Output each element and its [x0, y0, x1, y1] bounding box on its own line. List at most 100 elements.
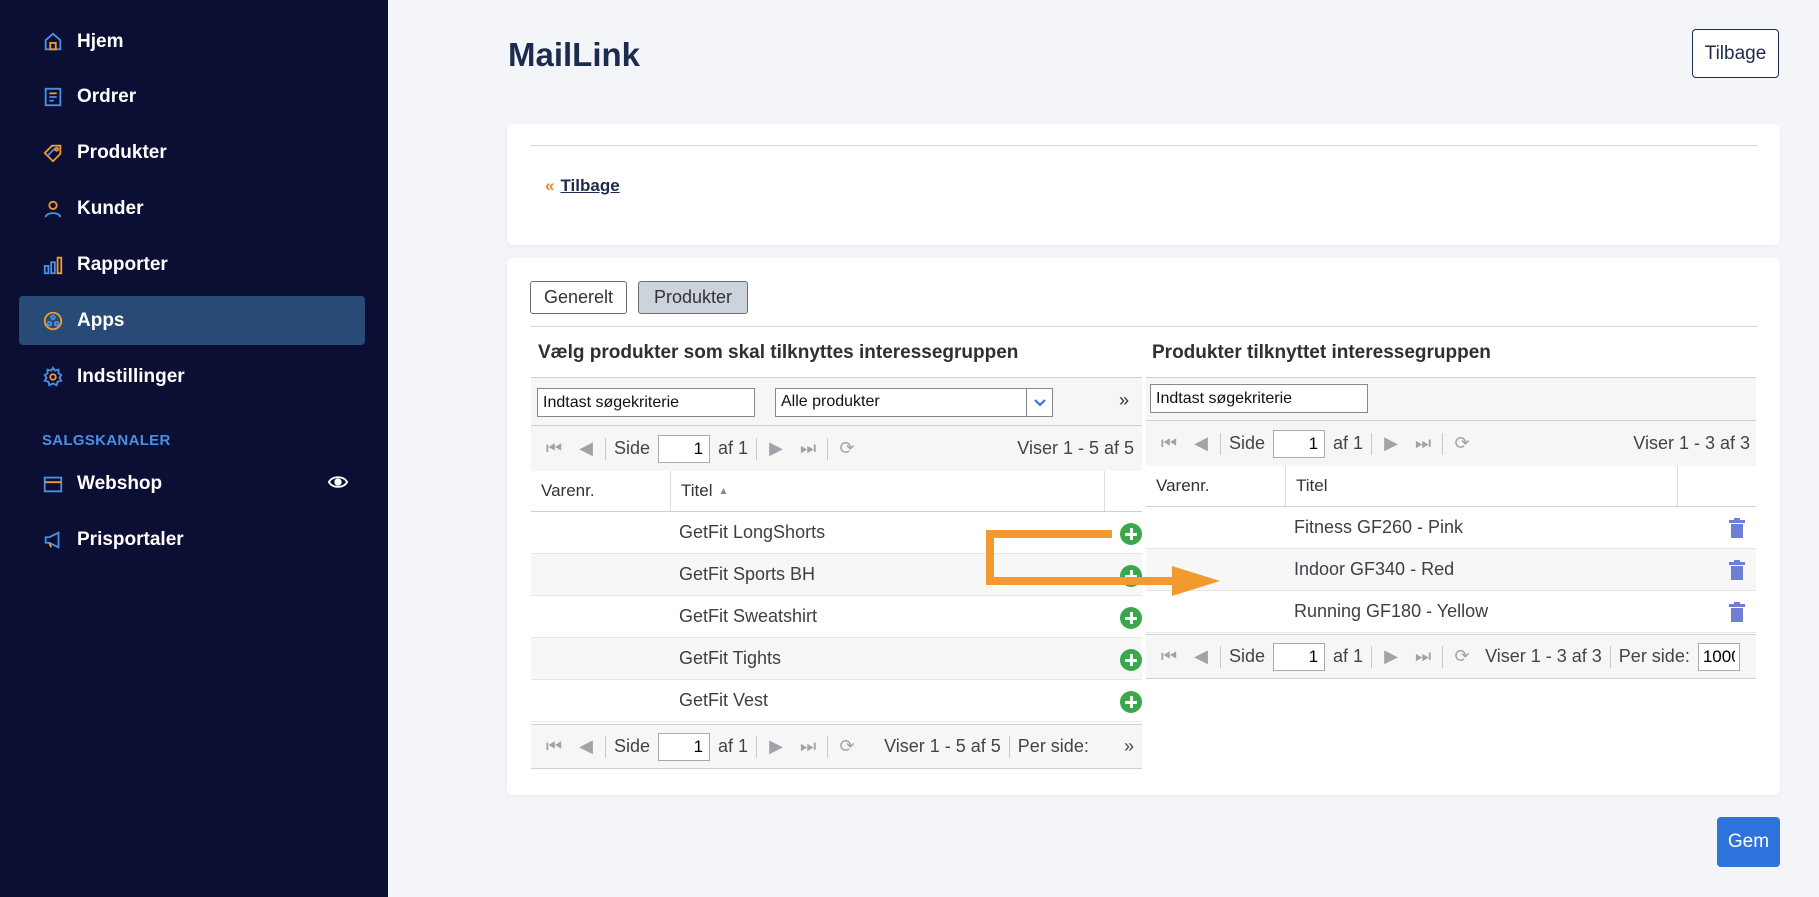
- sidebar-item-label: Produkter: [77, 141, 167, 163]
- prev-page-icon[interactable]: ◀: [575, 438, 597, 460]
- table-row[interactable]: GetFit Tights: [531, 638, 1142, 680]
- right-pager-bottom: ⏮ ◀ Side af 1 ▶ ⏭ ⟳ Viser 1 - 3 af 3 Per…: [1146, 634, 1756, 679]
- left-panel-title: Vælg produkter som skal tilknyttes inter…: [538, 342, 1019, 363]
- next-page-icon[interactable]: ▶: [765, 736, 787, 758]
- separator: [756, 735, 758, 758]
- page-input[interactable]: [658, 434, 711, 463]
- divider: [530, 145, 1758, 146]
- row-title: GetFit Sweatshirt: [679, 606, 818, 626]
- trash-icon[interactable]: [1728, 518, 1746, 538]
- back-button[interactable]: Tilbage: [1692, 29, 1779, 78]
- home-icon: [41, 30, 65, 54]
- per-page-input[interactable]: [1697, 642, 1740, 671]
- add-product-icon[interactable]: [1120, 691, 1142, 713]
- add-product-icon[interactable]: [1120, 607, 1142, 629]
- bar-chart-icon: [41, 253, 65, 277]
- sidebar-item-kunder[interactable]: Kunder: [19, 184, 365, 233]
- showing-count: Viser 1 - 3 af 3: [1485, 646, 1602, 666]
- col-varenr[interactable]: Varenr.: [1146, 466, 1286, 506]
- col-titel[interactable]: Titel ▲: [671, 471, 1105, 511]
- sidebar-item-webshop[interactable]: Webshop: [19, 459, 365, 508]
- sort-asc-icon: ▲: [718, 485, 729, 497]
- apps-icon: [41, 309, 65, 333]
- trash-icon[interactable]: [1728, 560, 1746, 580]
- next-page-icon[interactable]: ▶: [1380, 646, 1402, 668]
- showing-count: Viser 1 - 5 af 5: [1017, 438, 1134, 458]
- sidebar-item-rapporter[interactable]: Rapporter: [19, 240, 365, 289]
- row-title: Indoor GF340 - Red: [1294, 559, 1455, 579]
- table-row[interactable]: Indoor GF340 - Red: [1146, 549, 1756, 591]
- sidebar-item-label: Apps: [77, 309, 125, 331]
- sidebar-item-apps[interactable]: Apps: [19, 296, 365, 345]
- first-page-icon[interactable]: ⏮: [1158, 646, 1180, 668]
- right-panel-title: Produkter tilknyttet interessegruppen: [1152, 342, 1491, 363]
- per-page-label: Per side:: [1017, 736, 1089, 756]
- prev-page-icon[interactable]: ◀: [575, 736, 597, 758]
- last-page-icon[interactable]: ⏭: [1412, 646, 1434, 668]
- page-title: MailLink: [508, 36, 641, 73]
- sidebar-item-prisportaler[interactable]: Prisportaler: [19, 515, 365, 564]
- expand-icon[interactable]: »: [1124, 736, 1134, 757]
- save-button[interactable]: Gem: [1717, 817, 1780, 867]
- sidebar-item-indstillinger[interactable]: Indstillinger: [19, 352, 365, 401]
- last-page-icon[interactable]: ⏭: [1412, 433, 1434, 455]
- page-total: af 1: [1333, 646, 1364, 666]
- megaphone-icon: [41, 528, 65, 552]
- page-input[interactable]: [1273, 642, 1326, 671]
- first-page-icon[interactable]: ⏮: [543, 438, 565, 460]
- separator: [1008, 735, 1010, 758]
- trash-icon[interactable]: [1728, 602, 1746, 622]
- separator: [827, 437, 829, 460]
- separator: [1442, 645, 1444, 668]
- raquo: «: [545, 176, 555, 195]
- row-title: Fitness GF260 - Pink: [1294, 517, 1464, 537]
- refresh-icon[interactable]: ⟳: [1451, 433, 1473, 455]
- sidebar-item-ordrer[interactable]: Ordrer: [19, 72, 365, 121]
- sidebar-item-hjem[interactable]: Hjem: [19, 17, 365, 66]
- left-search-input[interactable]: [537, 388, 755, 417]
- refresh-icon[interactable]: ⟳: [1451, 646, 1473, 668]
- last-page-icon[interactable]: ⏭: [797, 736, 819, 758]
- page-total: af 1: [718, 438, 749, 458]
- page-input[interactable]: [1273, 429, 1326, 458]
- tab-generelt[interactable]: Generelt: [530, 281, 627, 314]
- expand-icon[interactable]: »: [1119, 390, 1129, 411]
- next-page-icon[interactable]: ▶: [1380, 433, 1402, 455]
- separator: [1220, 645, 1221, 668]
- table-row[interactable]: Fitness GF260 - Pink: [1146, 507, 1756, 549]
- table-row[interactable]: GetFit Sweatshirt: [531, 596, 1142, 638]
- last-page-icon[interactable]: ⏭: [797, 438, 819, 460]
- gear-icon: [41, 365, 65, 389]
- col-titel[interactable]: Titel: [1286, 466, 1678, 506]
- section-label-salgskanaler: SALGSKANALER: [42, 432, 171, 449]
- row-title: GetFit Tights: [679, 648, 782, 668]
- back-link[interactable]: Tilbage: [560, 176, 619, 195]
- table-row[interactable]: GetFit Vest: [531, 680, 1142, 722]
- tab-produkter[interactable]: Produkter: [638, 281, 748, 314]
- sidebar-item-produkter[interactable]: Produkter: [19, 128, 365, 177]
- row-title: GetFit LongShorts: [679, 522, 826, 542]
- first-page-icon[interactable]: ⏮: [543, 736, 565, 758]
- refresh-icon[interactable]: ⟳: [836, 438, 858, 460]
- right-search-input[interactable]: [1150, 384, 1368, 413]
- refresh-icon[interactable]: ⟳: [836, 736, 858, 758]
- first-page-icon[interactable]: ⏮: [1158, 433, 1180, 455]
- eye-icon[interactable]: [327, 471, 351, 495]
- sidebar-item-label: Hjem: [77, 30, 124, 52]
- left-pager-top: ⏮ ◀ Side af 1 ▶ ⏭ ⟳ Viser 1 - 5 af 5: [531, 426, 1142, 471]
- col-varenr[interactable]: Varenr.: [531, 471, 671, 511]
- tag-icon: [41, 141, 65, 165]
- prev-page-icon[interactable]: ◀: [1190, 646, 1212, 668]
- page-total: af 1: [718, 736, 749, 756]
- product-filter-select[interactable]: Alle produkter: [775, 388, 1053, 417]
- prev-page-icon[interactable]: ◀: [1190, 433, 1212, 455]
- add-product-icon[interactable]: [1120, 649, 1142, 671]
- page-label: Side: [614, 438, 651, 458]
- right-table-header: Varenr. Titel: [1146, 466, 1756, 507]
- annotation-arrow: [986, 530, 1220, 596]
- next-page-icon[interactable]: ▶: [765, 438, 787, 460]
- page-input[interactable]: [658, 732, 711, 761]
- separator: [1442, 432, 1444, 455]
- sidebar-item-label: Ordrer: [77, 85, 137, 107]
- table-row[interactable]: Running GF180 - Yellow: [1146, 591, 1756, 633]
